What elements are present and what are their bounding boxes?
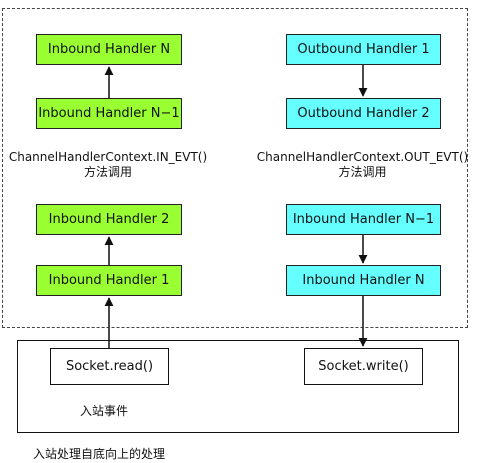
flow-arrows <box>104 65 368 348</box>
